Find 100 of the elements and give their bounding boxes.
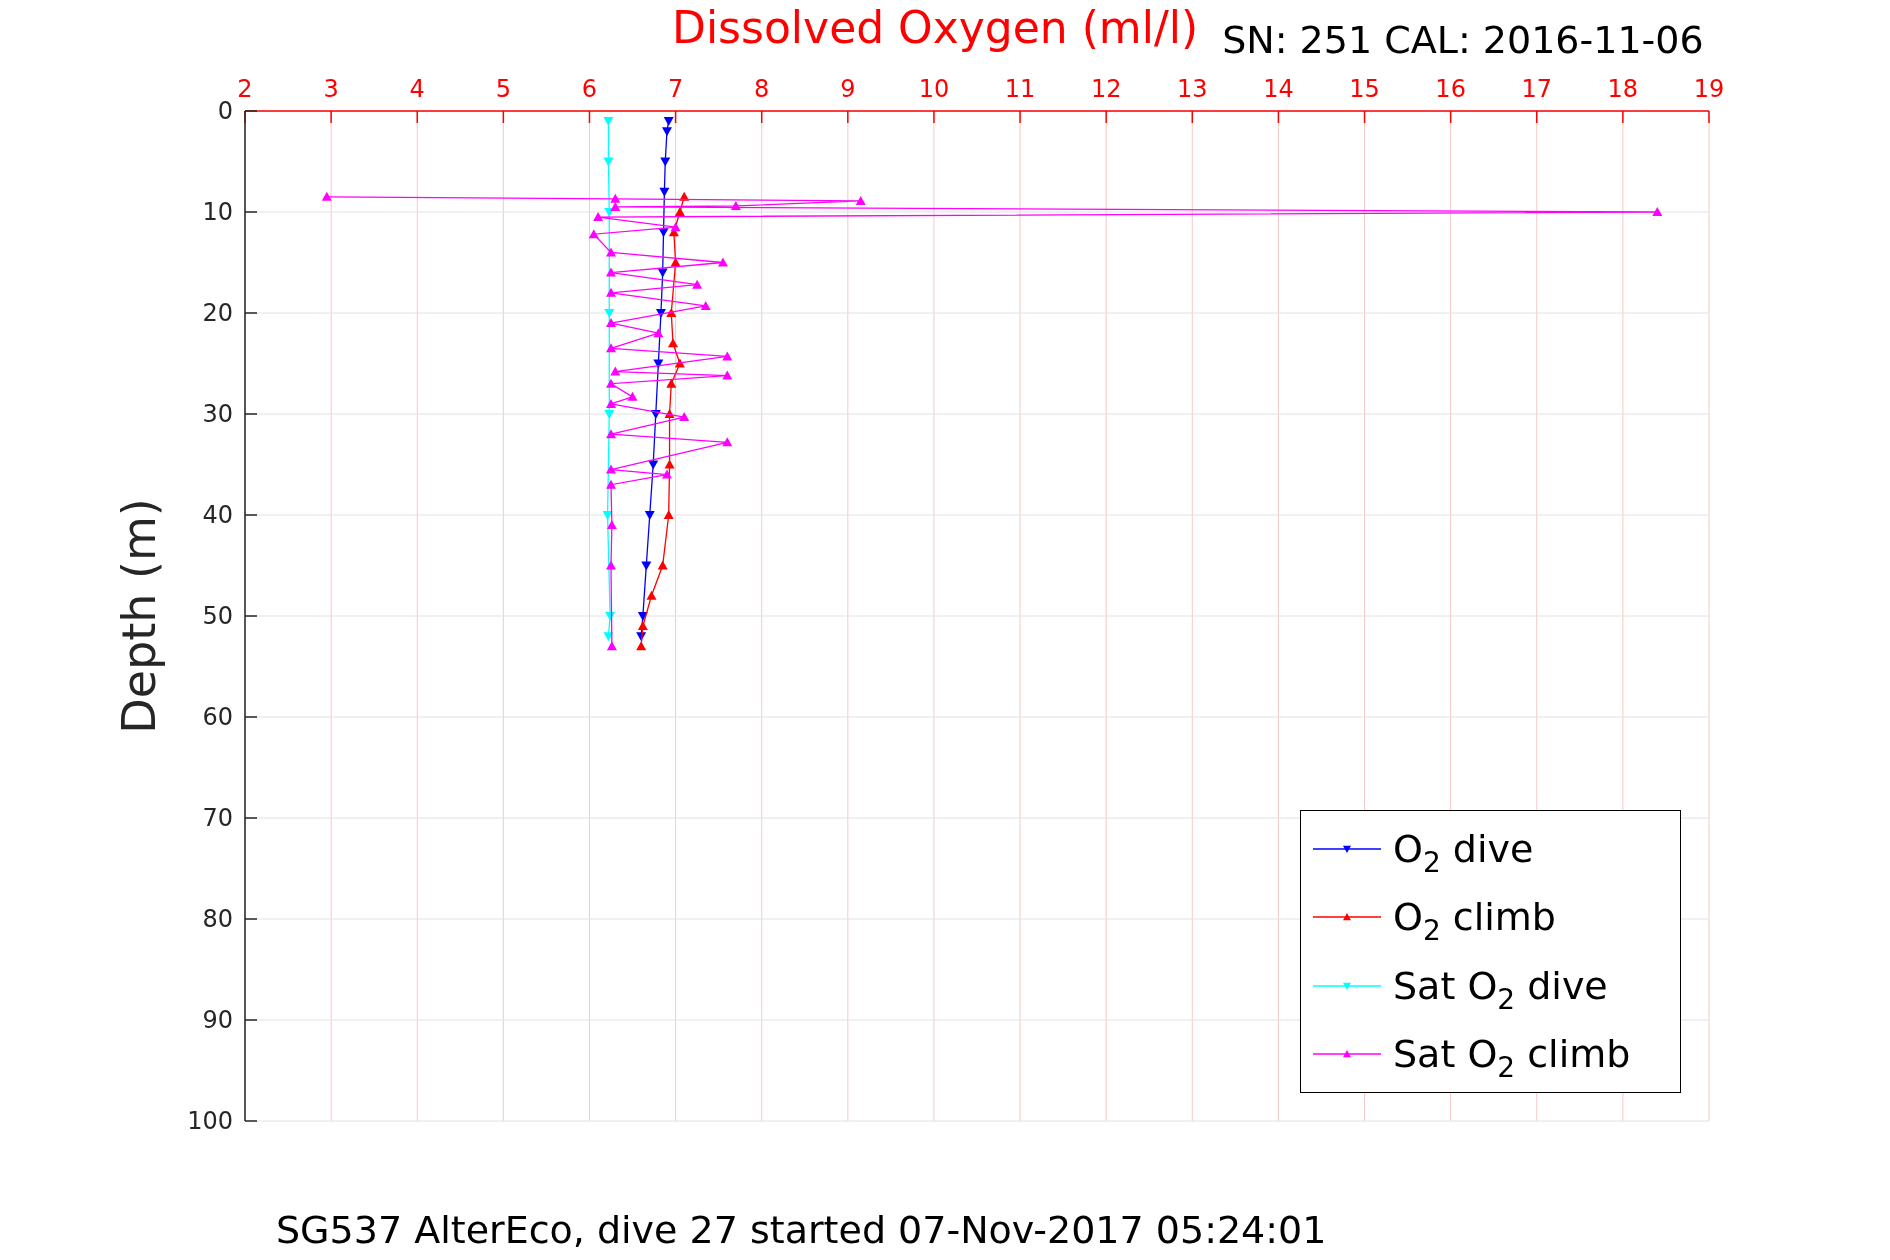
- triangle-marker: [679, 191, 690, 201]
- triangle-marker: [644, 511, 655, 520]
- triangle-marker: [606, 479, 616, 489]
- triangle-marker: [700, 300, 711, 310]
- x-tick-label: 7: [667, 75, 684, 103]
- triangle-marker: [657, 560, 668, 570]
- triangle-marker: [660, 157, 671, 167]
- triangle-marker: [674, 207, 685, 216]
- triangle-marker: [606, 378, 616, 388]
- triangle-marker: [636, 641, 647, 651]
- triangle-marker: [674, 358, 685, 368]
- triangle-marker: [666, 308, 677, 317]
- triangle-marker: [606, 247, 616, 257]
- triangle-marker: [666, 378, 677, 388]
- chart-title: Dissolved Oxygen (ml/l): [672, 1, 1199, 55]
- x-tick-label: 14: [1263, 75, 1294, 103]
- triangle-marker: [664, 409, 675, 418]
- y-tick-label: 20: [202, 299, 233, 327]
- triangle-marker: [593, 212, 604, 222]
- triangle-marker: [602, 511, 613, 520]
- triangle-marker: [653, 359, 664, 369]
- triangle-marker: [637, 612, 648, 621]
- triangle-marker: [321, 191, 332, 201]
- triangle-marker: [855, 195, 866, 205]
- x-tick-label: 8: [754, 75, 770, 103]
- triangle-marker: [722, 437, 733, 447]
- x-tick-label: 6: [581, 75, 598, 103]
- x-tick-label: 5: [495, 75, 511, 103]
- triangle-marker: [722, 370, 733, 380]
- x-tick-label: 16: [1435, 75, 1466, 103]
- x-tick-label: 11: [1004, 75, 1036, 103]
- triangle-marker: [659, 187, 670, 197]
- y-tick-label: 10: [202, 198, 233, 226]
- triangle-marker: [588, 229, 599, 239]
- triangle-marker: [717, 257, 728, 267]
- y-tick-label: 90: [202, 1006, 233, 1034]
- triangle-marker: [650, 410, 661, 419]
- x-tick-label: 13: [1177, 75, 1208, 103]
- triangle-marker: [610, 366, 621, 376]
- triangle-marker: [610, 201, 621, 211]
- legend-label: Sat O$_{2}$ climb: [1393, 1031, 1631, 1076]
- triangle-marker: [606, 267, 616, 277]
- x-tick-label: 4: [409, 75, 425, 103]
- y-tick-label: 100: [187, 1107, 233, 1135]
- triangle-marker: [679, 412, 690, 422]
- x-tick-label: 15: [1349, 75, 1380, 103]
- triangle-marker: [657, 268, 668, 278]
- triangle-marker: [653, 328, 664, 338]
- x-tick-label: 17: [1521, 75, 1553, 103]
- triangle-marker: [663, 117, 674, 127]
- triangle-marker: [663, 510, 674, 519]
- y-tick-label: 30: [202, 400, 233, 428]
- triangle-marker: [603, 632, 614, 642]
- triangle-marker: [641, 561, 652, 571]
- x-tick-label: 2: [237, 75, 253, 103]
- triangle-marker: [648, 460, 659, 470]
- x-tick-label: 9: [840, 75, 856, 103]
- triangle-marker: [603, 117, 614, 127]
- triangle-marker: [730, 200, 741, 210]
- triangle-marker: [606, 429, 616, 439]
- x-tick-label: 19: [1693, 75, 1725, 103]
- triangle-marker: [606, 318, 616, 328]
- legend-label: O$_{2}$ climb: [1393, 895, 1556, 940]
- dive-caption: SG537 AlterEco, dive 27 started 07-Nov-2017 05:24:01: [275, 1207, 1328, 1252]
- y-tick-label: 40: [202, 501, 233, 529]
- triangle-marker: [605, 612, 616, 621]
- triangle-marker: [637, 621, 648, 631]
- triangle-marker: [722, 351, 733, 361]
- x-tick-label: 18: [1607, 75, 1639, 103]
- y-tick-label: 60: [202, 703, 233, 731]
- y-tick-label: 70: [202, 804, 233, 832]
- triangle-marker: [604, 410, 615, 419]
- legend-label: Sat O$_{2}$ dive: [1393, 963, 1608, 1008]
- x-tick-label: 10: [918, 75, 950, 103]
- y-tick-label: 50: [202, 602, 233, 630]
- triangle-marker: [636, 632, 647, 642]
- triangle-marker: [606, 641, 617, 651]
- triangle-marker: [603, 157, 614, 167]
- triangle-marker: [692, 279, 703, 289]
- y-tick-label: 80: [202, 905, 233, 933]
- triangle-marker: [606, 398, 616, 408]
- triangle-marker: [606, 287, 616, 297]
- triangle-marker: [606, 520, 617, 530]
- triangle-marker: [664, 459, 675, 469]
- triangle-marker: [604, 309, 615, 318]
- legend-label: O$_{2}$ dive: [1393, 827, 1534, 872]
- triangle-marker: [606, 343, 616, 353]
- triangle-marker: [662, 127, 672, 137]
- triangle-marker: [606, 560, 616, 570]
- triangle-marker: [668, 338, 678, 348]
- triangle-marker: [655, 309, 666, 318]
- x-tick-label: 3: [323, 75, 339, 103]
- y-tick-label: 0: [217, 97, 233, 125]
- triangle-marker: [670, 222, 681, 232]
- y-axis-label: Depth (m): [112, 498, 166, 734]
- x-tick-label: 12: [1090, 75, 1122, 103]
- triangle-marker: [662, 469, 672, 479]
- triangle-marker: [606, 464, 616, 474]
- triangle-marker: [646, 590, 657, 600]
- triangle-marker: [658, 228, 669, 238]
